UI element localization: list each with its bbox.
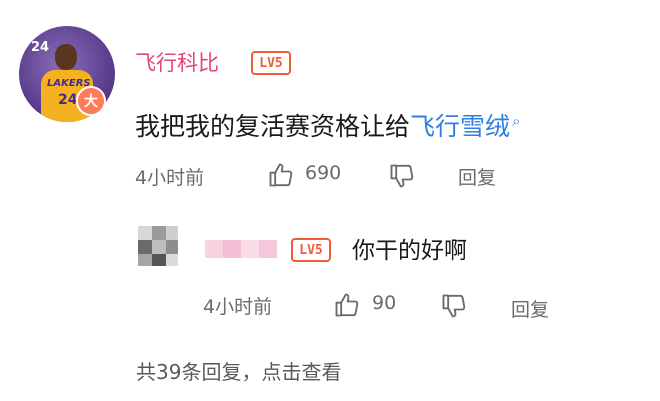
like-icon[interactable] bbox=[265, 160, 297, 190]
comment-username[interactable]: 飞行科比 bbox=[135, 47, 219, 77]
reply-text: 你干的好啊 bbox=[352, 238, 467, 264]
reply-reply-button[interactable]: 回复 bbox=[511, 295, 549, 322]
mention-link[interactable]: 飞行雪绒 bbox=[410, 112, 510, 141]
comment-body: 我把我的复活赛资格让给 bbox=[135, 112, 411, 141]
reply-level-badge: LV5 bbox=[291, 238, 331, 262]
reply-time: 4小时前 bbox=[203, 296, 273, 318]
reply-user-avatar[interactable] bbox=[136, 224, 180, 268]
comment-text: 我把我的复活赛资格让给飞行雪绒 ⌕ bbox=[135, 107, 520, 143]
reply-like-count: 90 bbox=[372, 292, 397, 314]
reply-like-icon[interactable] bbox=[331, 290, 363, 320]
avatar-badge: 大 bbox=[76, 86, 106, 116]
avatar-jersey-number: 24 bbox=[31, 40, 50, 55]
reply-dislike-icon[interactable] bbox=[438, 291, 470, 321]
like-count: 690 bbox=[305, 162, 342, 184]
reply-username-blurred[interactable] bbox=[205, 236, 279, 262]
comment-time: 4小时前 bbox=[135, 167, 205, 189]
dislike-icon[interactable] bbox=[386, 161, 418, 191]
view-more-replies-link[interactable]: 共39条回复，点击查看 bbox=[136, 356, 341, 385]
search-icon[interactable]: ⌕ bbox=[512, 112, 520, 130]
level-badge: LV5 bbox=[251, 51, 291, 75]
reply-button[interactable]: 回复 bbox=[458, 163, 496, 190]
